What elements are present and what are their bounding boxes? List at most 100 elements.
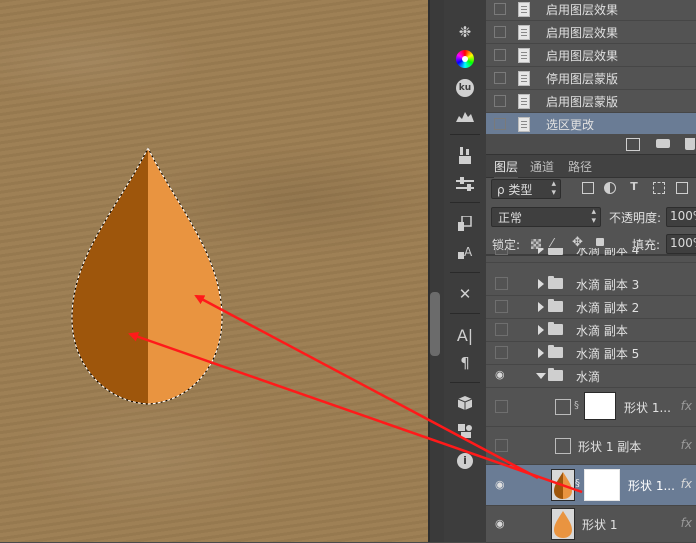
filter-pixel-icon[interactable] bbox=[582, 182, 594, 194]
snowflake-icon[interactable]: ❉ bbox=[452, 20, 478, 44]
filter-type-icon[interactable]: T bbox=[628, 181, 640, 193]
layer-row[interactable]: 形状 1 副本 fx bbox=[486, 427, 696, 465]
history-snapshot-checkbox[interactable] bbox=[494, 118, 506, 130]
document-icon bbox=[518, 47, 530, 63]
layer-group-row-open[interactable]: ◉ 水滴 bbox=[486, 364, 696, 388]
3d-icon[interactable] bbox=[452, 391, 478, 415]
blend-mode-select[interactable]: 正常 ▴ ▾ bbox=[491, 207, 601, 227]
layer-name: 形状 1... bbox=[628, 479, 675, 493]
layer-group-row[interactable]: 水滴 副本 5 bbox=[486, 341, 696, 365]
history-snapshot-checkbox[interactable] bbox=[494, 72, 506, 84]
clone-source-icon[interactable] bbox=[452, 212, 478, 236]
svg-text:A: A bbox=[464, 245, 473, 259]
eye-icon[interactable]: ◉ bbox=[495, 368, 506, 381]
vector-shape-thumbnail-icon bbox=[555, 399, 571, 415]
filter-shape-icon[interactable] bbox=[653, 182, 665, 194]
tab-channels[interactable]: 通道 bbox=[530, 158, 554, 175]
opacity-field[interactable]: 100% bbox=[666, 207, 696, 227]
visibility-toggle[interactable] bbox=[495, 439, 508, 452]
histogram-icon[interactable] bbox=[452, 104, 478, 128]
layer-effects-icon[interactable]: fx bbox=[681, 399, 692, 413]
history-item[interactable]: 启用图层蒙版 bbox=[486, 90, 696, 113]
tab-layers[interactable]: 图层 bbox=[494, 158, 519, 179]
expand-arrow-icon[interactable] bbox=[538, 348, 544, 358]
dock-scrollbar[interactable] bbox=[430, 292, 440, 356]
trash-icon[interactable] bbox=[685, 138, 695, 150]
character-icon[interactable]: A| bbox=[452, 323, 478, 347]
expand-arrow-icon[interactable] bbox=[538, 248, 544, 254]
eye-icon[interactable]: ◉ bbox=[495, 478, 505, 491]
canvas-artwork bbox=[71, 146, 223, 405]
layer-effects-icon[interactable]: fx bbox=[681, 438, 692, 452]
water-drop-left-half bbox=[72, 148, 148, 404]
expand-arrow-icon[interactable] bbox=[538, 302, 544, 312]
link-icon: § bbox=[574, 400, 579, 411]
filter-adjustment-icon[interactable] bbox=[604, 182, 616, 194]
history-item[interactable]: 启用图层效果 bbox=[486, 0, 696, 21]
tools-icon[interactable]: ✕ bbox=[452, 282, 478, 306]
history-item[interactable]: 启用图层效果 bbox=[486, 21, 696, 44]
character-style-icon[interactable]: A bbox=[452, 240, 478, 264]
layer-row-selected[interactable]: ◉ § 形状 1... fx bbox=[486, 465, 696, 506]
filter-smart-object-icon[interactable] bbox=[676, 182, 688, 194]
tab-paths[interactable]: 路径 bbox=[568, 158, 592, 175]
layer-effects-icon[interactable]: fx bbox=[681, 477, 692, 491]
eye-icon[interactable]: ◉ bbox=[495, 517, 505, 530]
paragraph-icon[interactable]: ¶ bbox=[452, 351, 478, 375]
document-canvas[interactable] bbox=[0, 0, 428, 542]
info-icon[interactable]: i bbox=[452, 449, 478, 473]
layer-row[interactable]: § 形状 1... fx bbox=[486, 388, 696, 427]
history-item-selected[interactable]: 选区更改 bbox=[486, 113, 696, 136]
visibility-toggle[interactable] bbox=[495, 400, 508, 413]
history-snapshot-checkbox[interactable] bbox=[494, 26, 506, 38]
shape-thumbnail[interactable] bbox=[551, 508, 575, 540]
expand-arrow-icon[interactable] bbox=[538, 325, 544, 335]
opacity-label: 不透明度: bbox=[609, 211, 662, 225]
folder-icon bbox=[548, 248, 563, 255]
history-item-label: 启用图层效果 bbox=[546, 2, 619, 17]
3d-materials-icon[interactable] bbox=[452, 419, 478, 443]
history-snapshot-checkbox[interactable] bbox=[494, 49, 506, 61]
visibility-toggle[interactable] bbox=[495, 300, 508, 313]
brush-settings-icon[interactable] bbox=[452, 172, 478, 196]
lock-all-icon[interactable] bbox=[596, 238, 604, 246]
history-item-label: 启用图层蒙版 bbox=[546, 94, 619, 109]
color-wheel-icon[interactable] bbox=[452, 47, 478, 71]
history-footer bbox=[486, 134, 696, 155]
collapse-arrow-icon[interactable] bbox=[536, 373, 546, 379]
document-icon bbox=[518, 1, 530, 17]
visibility-toggle[interactable] bbox=[495, 346, 508, 359]
link-icon: § bbox=[575, 478, 580, 489]
layer-row[interactable]: ◉ 形状 1 fx bbox=[486, 506, 696, 543]
new-document-from-state-icon[interactable] bbox=[626, 138, 640, 151]
visibility-toggle[interactable] bbox=[495, 248, 508, 255]
layer-group-row[interactable]: 水滴 副本 4 bbox=[486, 248, 696, 263]
visibility-toggle[interactable] bbox=[495, 277, 508, 290]
opacity-value: 100% bbox=[670, 209, 696, 223]
camera-icon[interactable] bbox=[656, 139, 670, 148]
layer-effects-icon[interactable]: fx bbox=[681, 516, 692, 530]
layer-mask-thumbnail[interactable] bbox=[584, 469, 620, 501]
brush-preset-icon[interactable] bbox=[452, 144, 478, 168]
layer-mask-thumbnail[interactable] bbox=[584, 392, 616, 420]
folder-icon bbox=[548, 276, 563, 289]
layer-group-row[interactable]: 水滴 副本 3 bbox=[486, 272, 696, 296]
layer-group-row[interactable]: 水滴 副本 2 bbox=[486, 295, 696, 319]
history-snapshot-checkbox[interactable] bbox=[494, 95, 506, 107]
layer-name: 形状 1... bbox=[624, 401, 671, 415]
layer-filter-kind-select[interactable]: ρ 类型 ▴ ▾ bbox=[491, 179, 561, 199]
layer-group-row[interactable]: 水滴 副本 bbox=[486, 318, 696, 342]
layer-name: 水滴 副本 4 bbox=[576, 248, 640, 257]
history-item-label: 启用图层效果 bbox=[546, 48, 619, 63]
ku-icon[interactable]: ku bbox=[452, 76, 478, 100]
layer-name: 形状 1 副本 bbox=[578, 440, 642, 454]
layer-name: 水滴 副本 5 bbox=[576, 347, 640, 361]
history-item[interactable]: 启用图层效果 bbox=[486, 44, 696, 67]
shape-thumbnail[interactable] bbox=[551, 469, 575, 501]
visibility-toggle[interactable] bbox=[495, 323, 508, 336]
dropdown-arrows-icon: ▴ ▾ bbox=[551, 179, 556, 198]
history-snapshot-checkbox[interactable] bbox=[494, 3, 506, 15]
expand-arrow-icon[interactable] bbox=[538, 279, 544, 289]
layer-name: 水滴 副本 2 bbox=[576, 301, 640, 315]
history-item[interactable]: 停用图层蒙版 bbox=[486, 67, 696, 90]
